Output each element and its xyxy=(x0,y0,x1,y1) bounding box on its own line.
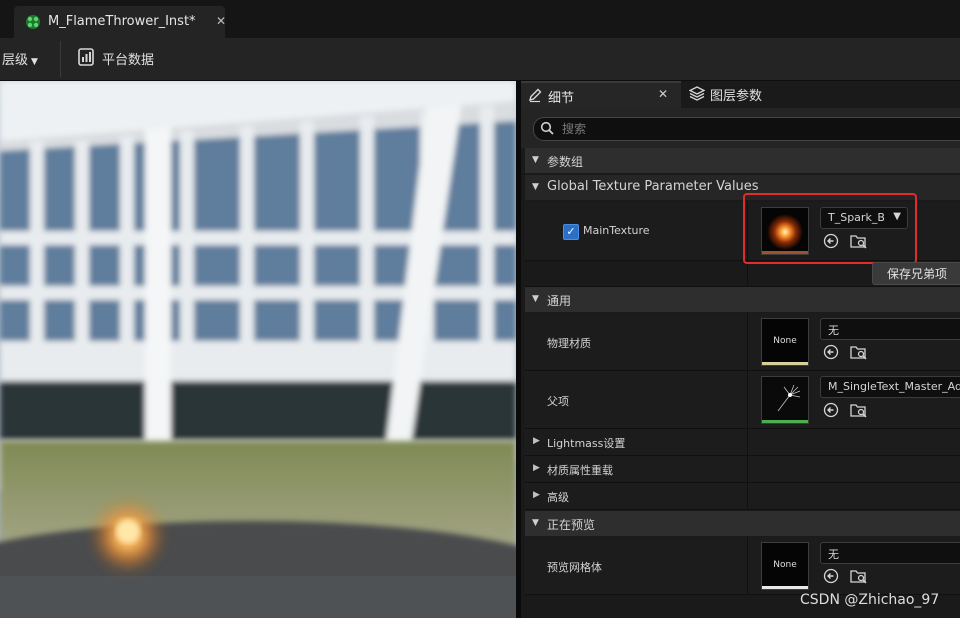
texture-thumbnail[interactable] xyxy=(761,207,809,255)
toolbar: 层级 ▼ 平台数据 xyxy=(0,38,960,81)
use-selected-asset-icon[interactable] xyxy=(823,344,839,360)
use-selected-asset-icon[interactable] xyxy=(823,402,839,418)
category-general[interactable]: ▼ 通用 xyxy=(525,287,960,312)
browse-asset-icon[interactable] xyxy=(850,402,867,418)
column-divider xyxy=(747,537,748,594)
asset-name: T_Spark_B xyxy=(828,211,885,224)
pencil-icon xyxy=(527,87,543,106)
property-label: 预览网格体 xyxy=(547,561,602,574)
parent-material-combo[interactable]: M_SingleText_Master_Add xyxy=(820,376,960,398)
thumbnail-none-label: None xyxy=(773,560,797,570)
use-selected-asset-icon[interactable] xyxy=(823,233,839,249)
expand-arrow-icon: ▼ xyxy=(532,155,539,165)
tab-details[interactable]: 细节 ✕ xyxy=(521,81,681,108)
column-divider xyxy=(747,202,748,260)
preview-mesh-combo[interactable]: 无 xyxy=(820,542,960,564)
collapsed-arrow-icon: ▶ xyxy=(533,463,540,473)
browse-asset-icon[interactable] xyxy=(850,344,867,360)
platform-data-icon xyxy=(78,48,94,69)
category-label: 材质属性重载 xyxy=(547,464,613,477)
category-label: Global Texture Parameter Values xyxy=(547,179,759,194)
preview-mesh-thumbnail[interactable]: None xyxy=(761,542,809,590)
use-selected-asset-icon[interactable] xyxy=(823,568,839,584)
preview-viewport[interactable] xyxy=(0,81,516,618)
search-input[interactable] xyxy=(560,120,944,138)
close-tab-icon[interactable]: ✕ xyxy=(216,14,226,28)
property-label: MainTexture xyxy=(583,224,650,237)
property-row-main-texture: ✓ MainTexture T_Spark_B ▼ xyxy=(525,202,960,261)
category-param-groups[interactable]: ▼ 参数组 xyxy=(525,148,960,173)
column-divider xyxy=(747,261,748,286)
hierarchy-label: 层级 xyxy=(2,53,29,68)
parent-material-thumbnail[interactable] xyxy=(761,376,809,424)
chevron-down-icon: ▼ xyxy=(893,211,901,222)
platform-data-label: 平台数据 xyxy=(102,53,155,68)
material-instance-icon xyxy=(24,13,42,34)
watermark-text: CSDN @Zhichao_97 xyxy=(800,592,940,608)
hierarchy-dropdown[interactable]: 层级 ▼ xyxy=(2,49,38,68)
asset-name: M_SingleText_Master_Add xyxy=(828,380,960,393)
tab-details-label: 细节 xyxy=(548,91,575,106)
property-label: 父项 xyxy=(547,395,569,408)
save-sibling-button[interactable]: 保存兄弟项 xyxy=(872,262,960,285)
collapsed-arrow-icon: ▶ xyxy=(533,436,540,446)
chevron-down-icon: ▼ xyxy=(31,57,38,67)
details-panel: 细节 ✕ 图层参数 ▼ 参数组 ▼ Glob xyxy=(521,81,960,618)
toolbar-divider xyxy=(60,41,61,77)
asset-type-bar xyxy=(762,586,808,589)
search-bar xyxy=(521,108,960,148)
spark-texture-preview xyxy=(762,208,808,254)
tab-layer-parameters[interactable]: 图层参数 xyxy=(683,83,803,106)
expand-arrow-icon: ▼ xyxy=(532,294,539,304)
document-tab-bar: M_FlameThrower_Inst* ✕ xyxy=(0,0,960,38)
asset-name: 无 xyxy=(828,548,839,561)
thumbnail-none-label: None xyxy=(773,336,797,346)
tab-layer-label: 图层参数 xyxy=(710,89,763,104)
texture-asset-combo[interactable]: T_Spark_B ▼ xyxy=(820,207,908,229)
phys-material-thumbnail[interactable]: None xyxy=(761,318,809,366)
property-label: 物理材质 xyxy=(547,337,591,350)
browse-asset-icon[interactable] xyxy=(850,233,867,249)
tab-title: M_FlameThrower_Inst* xyxy=(48,14,196,29)
category-label: 参数组 xyxy=(547,155,584,169)
category-global-texture[interactable]: ▼ Global Texture Parameter Values xyxy=(525,175,960,200)
layers-icon xyxy=(688,85,706,104)
browse-asset-icon[interactable] xyxy=(850,568,867,584)
asset-type-bar xyxy=(762,420,808,423)
asset-type-bar xyxy=(762,251,808,254)
property-row-phys-material: 物理材质 None 无 xyxy=(525,313,960,371)
column-divider xyxy=(747,371,748,428)
column-divider xyxy=(747,313,748,370)
category-lightmass[interactable]: ▶ Lightmass设置 xyxy=(525,429,960,456)
category-label: 高级 xyxy=(547,491,569,504)
material-instance-tab[interactable]: M_FlameThrower_Inst* ✕ xyxy=(14,6,226,38)
parent-material-preview xyxy=(762,377,808,423)
column-divider xyxy=(747,483,748,509)
category-label: 正在预览 xyxy=(547,518,596,532)
category-label: 通用 xyxy=(547,294,572,308)
save-sibling-label: 保存兄弟项 xyxy=(887,267,948,281)
asset-type-bar xyxy=(762,362,808,365)
category-advanced[interactable]: ▶ 高级 xyxy=(525,483,960,510)
main-texture-checkbox[interactable]: ✓ xyxy=(563,224,579,240)
search-box[interactable] xyxy=(533,117,960,141)
viewport-scene xyxy=(0,81,516,618)
property-row-preview-mesh: 预览网格体 None 无 xyxy=(525,537,960,595)
column-divider xyxy=(747,429,748,455)
column-divider xyxy=(747,456,748,482)
search-icon xyxy=(540,121,554,138)
category-label: Lightmass设置 xyxy=(547,437,626,450)
property-row-parent: 父项 M_SingleText_Master_Add xyxy=(525,371,960,429)
category-material-override[interactable]: ▶ 材质属性重载 xyxy=(525,456,960,483)
phys-material-combo[interactable]: 无 xyxy=(820,318,960,340)
category-previewing[interactable]: ▼ 正在预览 xyxy=(525,511,960,536)
collapsed-arrow-icon: ▶ xyxy=(533,490,540,500)
asset-name: 无 xyxy=(828,324,839,337)
close-icon[interactable]: ✕ xyxy=(658,87,668,101)
expand-arrow-icon: ▼ xyxy=(532,518,539,528)
expand-arrow-icon: ▼ xyxy=(532,182,539,192)
